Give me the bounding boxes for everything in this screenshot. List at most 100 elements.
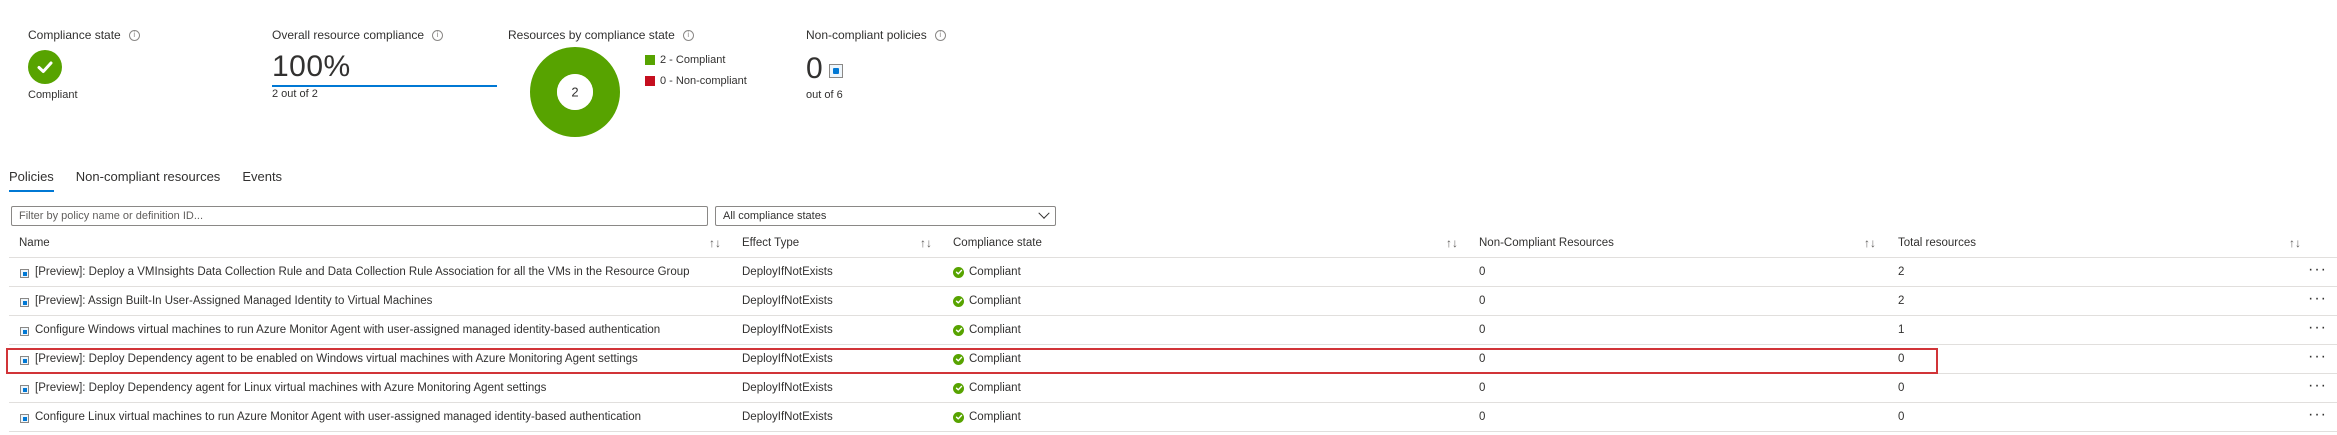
overall-compliance-bar — [272, 85, 497, 87]
table-row[interactable]: [Preview]: Deploy Dependency agent for L… — [9, 374, 2337, 403]
overall-compliance-card: Overall resource compliance i 100% 2 out… — [272, 28, 512, 138]
info-icon[interactable]: i — [934, 29, 946, 41]
effect-type: DeployIfNotExists — [742, 353, 833, 365]
compliance-state-cell: Compliant — [953, 324, 1021, 336]
overall-compliance-percent: 100% — [272, 50, 351, 83]
effect-type: DeployIfNotExists — [742, 324, 833, 336]
compliant-check-icon — [953, 411, 964, 423]
table-row[interactable]: [Preview]: Deploy a VMInsights Data Coll… — [9, 258, 2337, 287]
policy-name-link[interactable]: [Preview]: Deploy a VMInsights Data Coll… — [35, 266, 690, 278]
total-resources: 1 — [1898, 324, 1905, 336]
noncompliant-policies-card: Non-compliant policies i 0 out of 6 — [806, 28, 966, 138]
compliant-check-icon — [953, 266, 964, 278]
compliant-check-icon — [953, 353, 964, 365]
policy-icon — [20, 298, 29, 307]
noncompliant-count: 0 — [1479, 353, 1486, 365]
policy-icon — [20, 327, 29, 336]
policy-icon — [20, 356, 29, 365]
more-options-icon[interactable]: ··· — [2308, 261, 2327, 279]
table-row[interactable]: [Preview]: Deploy Dependency agent to be… — [6, 345, 2337, 374]
chevron-down-icon — [1038, 207, 1050, 219]
sort-icon[interactable]: ↑↓ — [1446, 236, 1458, 250]
column-header-noncompliant[interactable]: Non-Compliant Resources — [1479, 237, 1614, 249]
info-icon[interactable]: i — [128, 29, 140, 41]
more-options-icon[interactable]: ··· — [2308, 290, 2327, 308]
donut-total-label: 2 — [571, 85, 578, 100]
legend-item-noncompliant[interactable]: 0 - Non-compliant — [645, 75, 747, 87]
noncompliant-count: 0 — [1479, 382, 1486, 394]
policies-table: Name ↑↓ Effect Type ↑↓ Compliance state … — [6, 232, 2337, 432]
info-icon[interactable]: i — [682, 29, 694, 41]
noncompliant-count: 0 — [1479, 411, 1486, 423]
column-header-name[interactable]: Name — [19, 237, 50, 249]
more-options-icon[interactable]: ··· — [2308, 348, 2327, 366]
policy-name-link[interactable]: [Preview]: Deploy Dependency agent for L… — [35, 382, 546, 394]
resources-by-state-title: Resources by compliance state — [508, 28, 675, 42]
sort-icon[interactable]: ↑↓ — [1864, 236, 1876, 250]
compliant-check-icon — [28, 50, 62, 84]
compliance-summary: Compliance state i Compliant Overall res… — [0, 0, 2337, 150]
column-header-total[interactable]: Total resources — [1898, 237, 1976, 249]
sort-icon[interactable]: ↑↓ — [2289, 236, 2301, 250]
donut-legend: 2 - Compliant 0 - Non-compliant — [645, 54, 747, 96]
compliant-check-icon — [953, 382, 964, 394]
column-header-state[interactable]: Compliance state — [953, 237, 1042, 249]
noncompliant-count: 0 — [1479, 295, 1486, 307]
compliance-state-cell: Compliant — [953, 295, 1021, 307]
noncompliant-count: 0 — [1479, 324, 1486, 336]
noncompliant-policies-title: Non-compliant policies — [806, 28, 927, 42]
policy-filter-input[interactable] — [11, 206, 708, 226]
noncompliant-count: 0 — [1479, 266, 1486, 278]
table-body: [Preview]: Deploy a VMInsights Data Coll… — [6, 258, 2337, 432]
legend-swatch-compliant — [645, 55, 655, 65]
compliance-donut-chart[interactable]: 2 — [530, 47, 620, 140]
column-header-effect[interactable]: Effect Type — [742, 237, 799, 249]
total-resources: 2 — [1898, 295, 1905, 307]
noncompliant-policies-subtitle: out of 6 — [806, 89, 843, 101]
compliant-check-icon — [953, 324, 964, 336]
tab-bar: Policies Non-compliant resources Events — [9, 169, 282, 192]
policy-name-link[interactable]: Configure Windows virtual machines to ru… — [35, 324, 660, 336]
policy-icon — [20, 414, 29, 423]
policy-icon — [20, 269, 29, 278]
effect-type: DeployIfNotExists — [742, 411, 833, 423]
legend-item-compliant[interactable]: 2 - Compliant — [645, 54, 747, 66]
compliance-state-dropdown-value: All compliance states — [723, 210, 827, 222]
tab-policies[interactable]: Policies — [9, 169, 54, 192]
legend-swatch-noncompliant — [645, 76, 655, 86]
info-icon[interactable]: i — [432, 29, 444, 41]
total-resources: 2 — [1898, 266, 1905, 278]
tab-noncompliant-resources[interactable]: Non-compliant resources — [76, 169, 221, 192]
overall-compliance-title: Overall resource compliance — [272, 28, 425, 42]
compliance-state-card: Compliance state i — [28, 28, 140, 42]
compliance-state-value: Compliant — [28, 89, 78, 101]
policy-name-link[interactable]: Configure Linux virtual machines to run … — [35, 411, 641, 423]
overall-compliance-subtitle: 2 out of 2 — [272, 88, 318, 100]
policy-name-link[interactable]: [Preview]: Deploy Dependency agent to be… — [35, 353, 638, 365]
table-row[interactable]: Configure Linux virtual machines to run … — [9, 403, 2337, 432]
table-header: Name ↑↓ Effect Type ↑↓ Compliance state … — [9, 232, 2337, 258]
effect-type: DeployIfNotExists — [742, 382, 833, 394]
table-row[interactable]: [Preview]: Assign Built-In User-Assigned… — [9, 287, 2337, 316]
compliance-state-cell: Compliant — [953, 411, 1021, 423]
effect-type: DeployIfNotExists — [742, 295, 833, 307]
more-options-icon[interactable]: ··· — [2308, 319, 2327, 337]
total-resources: 0 — [1898, 353, 1905, 365]
effect-type: DeployIfNotExists — [742, 266, 833, 278]
sort-icon[interactable]: ↑↓ — [920, 236, 932, 250]
tab-events[interactable]: Events — [242, 169, 282, 192]
policy-icon — [20, 385, 29, 394]
more-options-icon[interactable]: ··· — [2308, 377, 2327, 395]
sort-icon[interactable]: ↑↓ — [709, 236, 721, 250]
resources-by-state-card: Resources by compliance state i — [508, 28, 694, 42]
compliance-state-title: Compliance state — [28, 28, 121, 42]
compliance-state-cell: Compliant — [953, 353, 1021, 365]
table-row[interactable]: Configure Windows virtual machines to ru… — [9, 316, 2337, 345]
compliance-state-cell: Compliant — [953, 266, 1021, 278]
policy-icon — [829, 64, 843, 78]
total-resources: 0 — [1898, 382, 1905, 394]
compliance-state-cell: Compliant — [953, 382, 1021, 394]
policy-name-link[interactable]: [Preview]: Assign Built-In User-Assigned… — [35, 295, 432, 307]
compliance-state-dropdown[interactable]: All compliance states — [715, 206, 1056, 226]
more-options-icon[interactable]: ··· — [2308, 406, 2327, 424]
